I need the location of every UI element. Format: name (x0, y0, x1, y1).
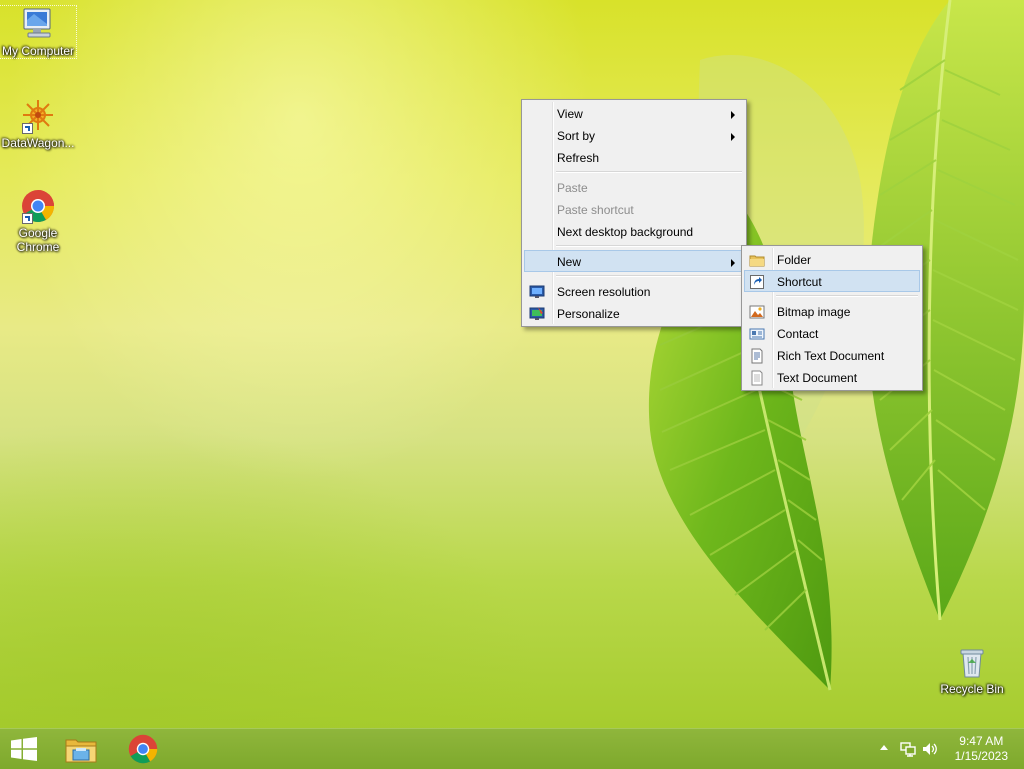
recycle-bin-icon (954, 644, 990, 680)
menu-item-label: Next desktop background (557, 225, 694, 239)
menu-item-label: Bitmap image (777, 305, 851, 319)
menu-item-label: Paste shortcut (557, 203, 634, 217)
menu-item-text-document[interactable]: Text Document (744, 366, 920, 388)
system-tray: 9:47 AM 1/15/2023 (864, 729, 1024, 769)
desktop-icon-recycle-bin[interactable]: Recycle Bin (934, 644, 1010, 696)
chrome-icon (20, 188, 56, 224)
personalize-icon (529, 306, 545, 322)
datawagon-icon (20, 98, 56, 134)
desktop-icon-label: DataWagon... (1, 136, 75, 150)
menu-item-label: Text Document (777, 371, 858, 385)
menu-separator (556, 275, 742, 277)
menu-item-next-desktop-background[interactable]: Next desktop background (524, 220, 744, 242)
menu-item-sort-by[interactable]: Sort by (524, 124, 744, 146)
file-explorer-icon (64, 734, 98, 767)
clock-time: 9:47 AM (959, 734, 1004, 748)
desktop-icon-my-computer[interactable]: My Computer (0, 5, 77, 59)
menu-item-label: View (557, 107, 583, 121)
menu-item-contact[interactable]: Contact (744, 322, 920, 344)
folder-icon (749, 252, 765, 268)
menu-item-screen-resolution[interactable]: Screen resolution (524, 280, 744, 302)
taskbar-chrome[interactable] (118, 729, 168, 769)
clock-date: 1/15/2023 (954, 749, 1008, 763)
desktop-icon-label: Google Chrome (16, 226, 60, 254)
desktop-icon-google-chrome[interactable]: Google Chrome (0, 188, 76, 254)
submenu-arrow-icon (731, 133, 735, 141)
menu-item-rich-text-document[interactable]: Rich Text Document (744, 344, 920, 366)
desktop-icon-label: My Computer (1, 44, 75, 58)
menu-separator (776, 295, 918, 297)
clock[interactable]: 9:47 AM 1/15/2023 (955, 734, 1008, 764)
contact-icon (749, 326, 765, 342)
submenu-arrow-icon (731, 259, 735, 267)
menu-item-label: Personalize (557, 307, 620, 321)
rich-text-icon (749, 348, 765, 364)
desktop-icon-label: Recycle Bin (940, 682, 1004, 696)
menu-item-label: Screen resolution (557, 285, 651, 299)
shortcut-icon (749, 274, 765, 290)
computer-icon (20, 6, 56, 42)
menu-item-label: New (557, 255, 582, 269)
menu-item-new[interactable]: New (524, 250, 744, 272)
windows-start-icon (11, 737, 37, 764)
menu-item-label: Refresh (557, 151, 600, 165)
submenu-arrow-icon (731, 111, 735, 119)
taskbar-file-explorer[interactable] (56, 729, 106, 769)
menu-item-folder[interactable]: Folder (744, 248, 920, 270)
taskbar: 9:47 AM 1/15/2023 (0, 728, 1024, 769)
network-icon[interactable] (900, 741, 916, 760)
menu-item-shortcut[interactable]: Shortcut (744, 270, 920, 292)
menu-item-label: Paste (557, 181, 588, 195)
shortcut-overlay-icon (22, 123, 33, 134)
menu-item-refresh[interactable]: Refresh (524, 146, 744, 168)
show-hidden-icons-icon[interactable] (880, 745, 888, 750)
menu-separator (556, 171, 742, 173)
shortcut-overlay-icon (22, 213, 33, 224)
menu-separator (556, 245, 742, 247)
menu-item-view[interactable]: View (524, 102, 744, 124)
menu-item-label: Folder (777, 253, 812, 267)
desktop-icon-datawagon[interactable]: DataWagon... (0, 98, 76, 150)
volume-icon[interactable] (922, 741, 938, 760)
menu-item-label: Contact (777, 327, 819, 341)
desktop[interactable]: My Computer DataWagon... Google Chrome R… (0, 0, 1024, 728)
bitmap-icon (749, 304, 765, 320)
new-submenu: Folder Shortcut Bitmap image Contact Ric… (741, 245, 923, 391)
menu-item-label: Shortcut (777, 275, 822, 289)
start-button[interactable] (0, 729, 48, 769)
menu-item-bitmap-image[interactable]: Bitmap image (744, 300, 920, 322)
desktop-context-menu: View Sort by Refresh Paste Paste shortcu… (521, 99, 747, 327)
chrome-icon (127, 733, 159, 768)
screen-resolution-icon (529, 284, 545, 300)
menu-item-paste[interactable]: Paste (524, 176, 744, 198)
menu-item-paste-shortcut[interactable]: Paste shortcut (524, 198, 744, 220)
menu-item-personalize[interactable]: Personalize (524, 302, 744, 324)
menu-item-label: Sort by (557, 129, 596, 143)
text-document-icon (749, 370, 765, 386)
menu-item-label: Rich Text Document (777, 349, 885, 363)
